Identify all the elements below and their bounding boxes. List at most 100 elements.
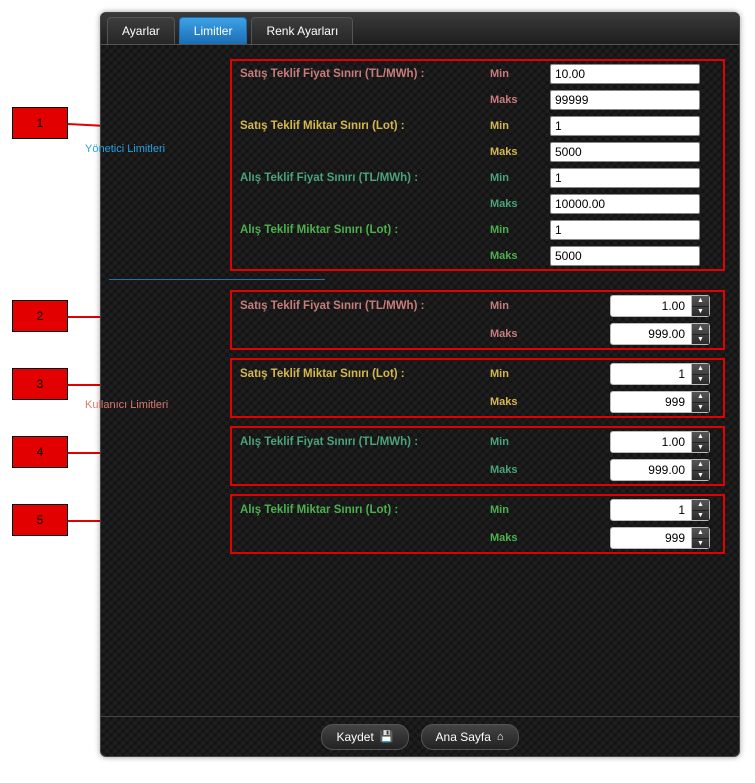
tab-colors[interactable]: Renk Ayarları (251, 17, 353, 44)
spin-up-icon[interactable]: ▲ (692, 500, 709, 511)
maks-label: Maks (490, 328, 550, 340)
user-sale-price-min-input[interactable] (611, 296, 689, 316)
admin-buy-qty-min-row: Alış Teklif Miktar Sınırı (Lot) : Min (232, 217, 723, 243)
tab-settings[interactable]: Ayarlar (107, 17, 175, 44)
settings-panel: Ayarlar Limitler Renk Ayarları Yönetici … (100, 12, 740, 757)
spin-down-icon[interactable]: ▼ (692, 335, 709, 345)
user-sale-price-maks-spinner[interactable]: ▲▼ (610, 323, 710, 345)
callout-4: 4 (12, 436, 68, 468)
admin-buy-price-maks-input[interactable] (550, 194, 700, 214)
min-label: Min (490, 68, 550, 80)
admin-sale-qty-min-row: Satış Teklif Miktar Sınırı (Lot) : Min (232, 113, 723, 139)
user-buy-qty-group: Alış Teklif Miktar Sınırı (Lot) : Min ▲▼… (230, 494, 725, 554)
admin-buy-price-min-input[interactable] (550, 168, 700, 188)
user-buy-price-maks-spinner[interactable]: ▲▼ (610, 459, 710, 481)
stage: 1 2 3 4 5 Ayarlar Limitler Renk Ayarları… (0, 0, 755, 783)
spin-down-icon[interactable]: ▼ (692, 403, 709, 413)
admin-sale-qty-maks-row: Maks (232, 139, 723, 165)
user-sale-qty-label: Satış Teklif Miktar Sınırı (Lot) : (240, 368, 490, 380)
admin-buy-price-maks-row: Maks (232, 191, 723, 217)
spin-up-icon[interactable]: ▲ (692, 296, 709, 307)
callout-3: 3 (12, 368, 68, 400)
user-buy-qty-maks-spinner[interactable]: ▲▼ (610, 527, 710, 549)
user-section-label: Kullanıcı Limitleri (85, 399, 225, 411)
user-sale-price-maks-row: Maks ▲▼ (232, 320, 723, 348)
maks-label: Maks (490, 396, 550, 408)
spin-down-icon[interactable]: ▼ (692, 471, 709, 481)
callout-label: 4 (37, 445, 44, 459)
tab-bar: Ayarlar Limitler Renk Ayarları (101, 13, 739, 45)
spin-up-icon[interactable]: ▲ (692, 460, 709, 471)
min-label: Min (490, 300, 550, 312)
spin-up-icon[interactable]: ▲ (692, 528, 709, 539)
admin-sale-qty-maks-input[interactable] (550, 142, 700, 162)
user-sale-price-maks-input[interactable] (611, 324, 689, 344)
maks-label: Maks (490, 464, 550, 476)
spin-up-icon[interactable]: ▲ (692, 392, 709, 403)
admin-buy-qty-maks-row: Maks (232, 243, 723, 269)
spin-down-icon[interactable]: ▼ (692, 511, 709, 521)
user-sale-qty-group: Satış Teklif Miktar Sınırı (Lot) : Min ▲… (230, 358, 725, 418)
home-button[interactable]: Ana Sayfa ⌂ (421, 724, 519, 750)
footer: Kaydet 💾 Ana Sayfa ⌂ (101, 716, 739, 756)
user-buy-qty-min-input[interactable] (611, 500, 689, 520)
admin-sale-price-min-input[interactable] (550, 64, 700, 84)
callout-label: 2 (37, 309, 44, 323)
user-buy-qty-min-spinner[interactable]: ▲▼ (610, 499, 710, 521)
maks-label: Maks (490, 198, 550, 210)
maks-label: Maks (490, 532, 550, 544)
spin-up-icon[interactable]: ▲ (692, 432, 709, 443)
user-buy-price-label: Alış Teklif Fiyat Sınırı (TL/MWh) : (240, 436, 490, 448)
user-buy-qty-maks-row: Maks ▲▼ (232, 524, 723, 552)
user-sale-qty-maks-row: Maks ▲▼ (232, 388, 723, 416)
admin-section: Yönetici Limitleri Satış Teklif Fiyat Sı… (115, 59, 725, 271)
user-buy-price-min-input[interactable] (611, 432, 689, 452)
admin-section-label: Yönetici Limitleri (85, 143, 205, 155)
callout-1: 1 (12, 107, 68, 139)
user-sale-price-min-row: Satış Teklif Fiyat Sınırı (TL/MWh) : Min… (232, 292, 723, 320)
spin-down-icon[interactable]: ▼ (692, 443, 709, 453)
user-sale-qty-maks-spinner[interactable]: ▲▼ (610, 391, 710, 413)
spin-down-icon[interactable]: ▼ (692, 539, 709, 549)
user-buy-price-group: Alış Teklif Fiyat Sınırı (TL/MWh) : Min … (230, 426, 725, 486)
admin-buy-qty-maks-input[interactable] (550, 246, 700, 266)
user-section: Kullanıcı Limitleri Satış Teklif Fiyat S… (115, 290, 725, 554)
user-sale-qty-maks-input[interactable] (611, 392, 689, 412)
section-divider (109, 279, 325, 280)
admin-buy-price-min-row: Alış Teklif Fiyat Sınırı (TL/MWh) : Min (232, 165, 723, 191)
admin-group: Satış Teklif Fiyat Sınırı (TL/MWh) : Min… (230, 59, 725, 271)
content: Yönetici Limitleri Satış Teklif Fiyat Sı… (101, 45, 739, 554)
user-buy-price-maks-row: Maks ▲▼ (232, 456, 723, 484)
admin-buy-qty-label: Alış Teklif Miktar Sınırı (Lot) : (240, 224, 490, 236)
user-buy-qty-maks-input[interactable] (611, 528, 689, 548)
spin-down-icon[interactable]: ▼ (692, 375, 709, 385)
callout-2: 2 (12, 300, 68, 332)
admin-sale-qty-min-input[interactable] (550, 116, 700, 136)
user-sale-price-label: Satış Teklif Fiyat Sınırı (TL/MWh) : (240, 300, 490, 312)
spin-down-icon[interactable]: ▼ (692, 307, 709, 317)
user-sale-qty-min-spinner[interactable]: ▲▼ (610, 363, 710, 385)
callout-label: 1 (37, 116, 44, 130)
min-label: Min (490, 504, 550, 516)
user-buy-qty-label: Alış Teklif Miktar Sınırı (Lot) : (240, 504, 490, 516)
callout-5: 5 (12, 504, 68, 536)
admin-buy-qty-min-input[interactable] (550, 220, 700, 240)
user-buy-price-min-spinner[interactable]: ▲▼ (610, 431, 710, 453)
user-sale-qty-min-input[interactable] (611, 364, 689, 384)
spin-up-icon[interactable]: ▲ (692, 324, 709, 335)
user-buy-price-min-row: Alış Teklif Fiyat Sınırı (TL/MWh) : Min … (232, 428, 723, 456)
spin-up-icon[interactable]: ▲ (692, 364, 709, 375)
tab-limits[interactable]: Limitler (179, 17, 248, 44)
min-label: Min (490, 224, 550, 236)
maks-label: Maks (490, 250, 550, 262)
admin-sale-price-maks-input[interactable] (550, 90, 700, 110)
maks-label: Maks (490, 94, 550, 106)
user-buy-price-maks-input[interactable] (611, 460, 689, 480)
admin-buy-price-label: Alış Teklif Fiyat Sınırı (TL/MWh) : (240, 172, 490, 184)
user-sale-price-min-spinner[interactable]: ▲▼ (610, 295, 710, 317)
home-icon: ⌂ (497, 731, 504, 743)
admin-sale-price-maks-row: Maks (232, 87, 723, 113)
min-label: Min (490, 436, 550, 448)
save-button[interactable]: Kaydet 💾 (321, 724, 408, 750)
maks-label: Maks (490, 146, 550, 158)
